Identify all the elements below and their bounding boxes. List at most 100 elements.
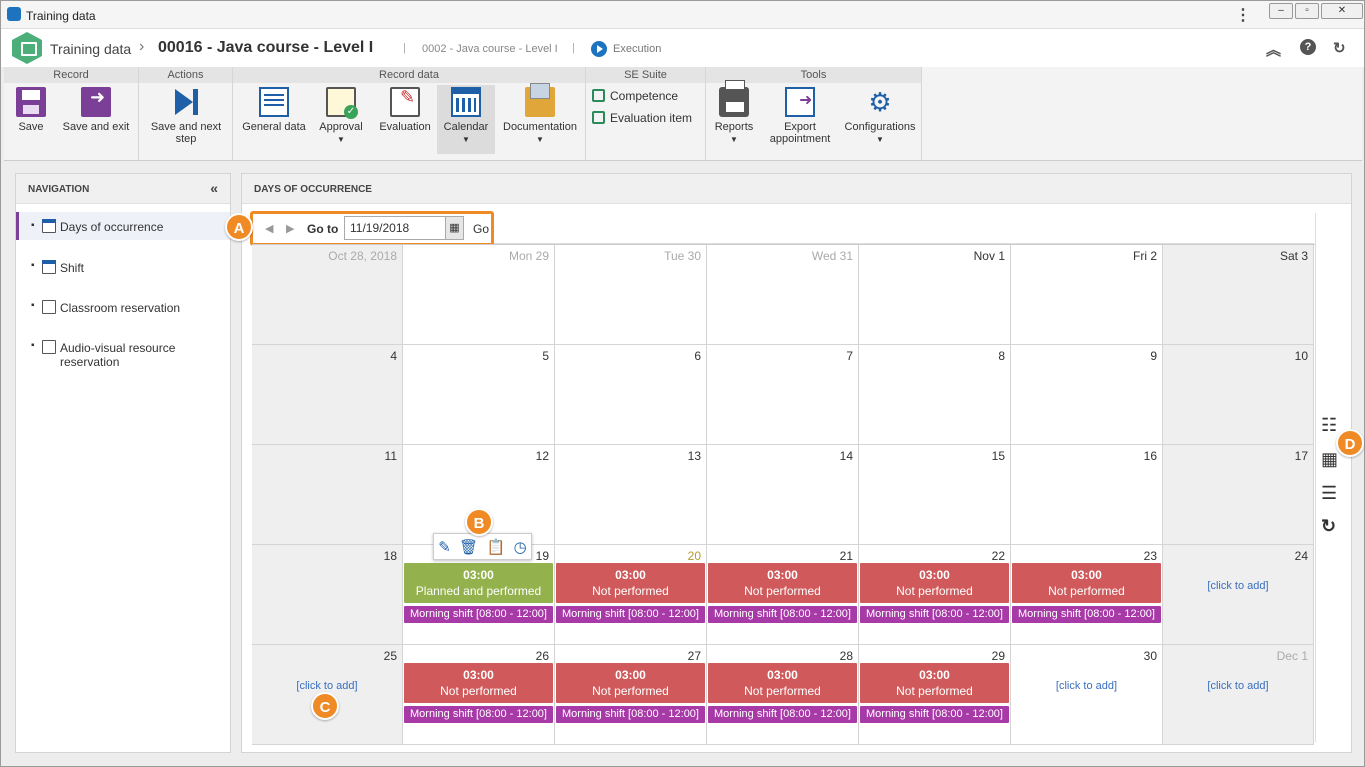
general-data-button[interactable]: General data	[241, 87, 307, 133]
occurrence-event[interactable]: 03:00 Not performed	[556, 563, 705, 603]
calendar-day-cell[interactable]: 24 [click to add]	[1163, 545, 1314, 645]
save-and-exit-button[interactable]: Save and exit	[60, 87, 132, 133]
shift-bar[interactable]: Morning shift [08:00 - 12:00]	[860, 606, 1009, 623]
day-number: 10	[1294, 349, 1308, 363]
calendar-day-cell[interactable]: Mon 29	[403, 245, 555, 345]
calendar-day-cell[interactable]: 6	[555, 345, 707, 445]
approval-button[interactable]: Approval ▼	[317, 87, 365, 146]
calendar-day-cell[interactable]: Fri 2	[1011, 245, 1163, 345]
occurrence-event[interactable]: 03:00 Not performed	[708, 663, 857, 703]
checklist-icon[interactable]: ☷	[1321, 415, 1337, 436]
shift-bar[interactable]: Morning shift [08:00 - 12:00]	[860, 706, 1009, 723]
occurrence-event[interactable]: 03:00 Planned and performed	[404, 563, 553, 603]
calendar-day-cell[interactable]: 30 [click to add]	[1011, 645, 1163, 745]
nav-item-classroom-reservation[interactable]: ▪ Classroom reservation	[16, 300, 230, 320]
calendar-day-cell[interactable]: 28 03:00 Not performed Morning shift [08:00…	[707, 645, 859, 745]
calendar-day-cell[interactable]: 8	[859, 345, 1011, 445]
calendar-day-cell[interactable]: 14	[707, 445, 859, 545]
edit-pencil-icon[interactable]: ✎	[438, 538, 451, 556]
calendar-day-cell[interactable]: Dec 1 [click to add]	[1163, 645, 1314, 745]
calendar-day-cell[interactable]: 9	[1011, 345, 1163, 445]
calendar-day-cell[interactable]: 4	[252, 345, 403, 445]
shift-bar[interactable]: Morning shift [08:00 - 12:00]	[1012, 606, 1161, 623]
nav-item-shift[interactable]: ▪ Shift	[16, 260, 230, 280]
evaluation-item-button[interactable]: Evaluation item	[592, 111, 692, 125]
calendar-day-cell[interactable]: Nov 1	[859, 245, 1011, 345]
documentation-button[interactable]: Documentation ▼	[501, 83, 579, 146]
event-status: Not performed	[744, 684, 821, 698]
calendar-day-cell[interactable]: Wed 31	[707, 245, 859, 345]
save-button[interactable]: Save	[14, 87, 48, 133]
evaluation-item-icon	[592, 111, 605, 124]
export-appointment-button[interactable]: Export appointment	[764, 87, 836, 145]
minimize-button[interactable]: ‒	[1269, 3, 1293, 19]
clock-icon[interactable]: ◷	[514, 538, 527, 556]
occurrence-event[interactable]: 03:00 Not performed	[404, 663, 553, 703]
configurations-label: Configurations	[844, 121, 916, 133]
maximize-button[interactable]: ▫	[1295, 3, 1319, 19]
calendar-day-cell[interactable]: 27 03:00 Not performed Morning shift [08:00…	[555, 645, 707, 745]
shift-bar[interactable]: Morning shift [08:00 - 12:00]	[556, 706, 705, 723]
refresh-icon[interactable]: ↻	[1333, 39, 1346, 57]
calendar-day-cell[interactable]: 20 03:00 Not performed Morning shift [08:00…	[555, 545, 707, 645]
day-number: 11	[384, 449, 397, 463]
nav-item-days-of-occurrence[interactable]: ▪ Days of occurrence	[16, 212, 230, 240]
calendar-day-cell[interactable]: 7	[707, 345, 859, 445]
calendar-day-cell[interactable]: Oct 28, 2018	[252, 245, 403, 345]
calendar-day-cell[interactable]: Sat 3	[1163, 245, 1314, 345]
calendar-day-cell[interactable]: 10	[1163, 345, 1314, 445]
refresh-icon[interactable]: ↻	[1321, 516, 1336, 537]
close-button[interactable]: ✕	[1321, 3, 1363, 19]
calendar-day-cell[interactable]: 11	[252, 445, 403, 545]
clipboard-icon[interactable]: 📋	[487, 538, 506, 556]
collapse-left-icon[interactable]: «	[210, 180, 218, 196]
collapse-up-icon[interactable]: ︽	[1266, 39, 1281, 60]
calendar-clock-icon[interactable]: ▦	[1321, 449, 1338, 470]
click-to-add-link[interactable]: [click to add]	[1163, 580, 1313, 592]
calendar-day-cell[interactable]: 29 03:00 Not performed Morning shift [08:00…	[859, 645, 1011, 745]
click-to-add-link[interactable]: [click to add]	[252, 680, 402, 692]
ribbon-group-actions: Actions Save and next step	[139, 67, 233, 161]
calendar-day-cell[interactable]: Tue 30	[555, 245, 707, 345]
calendar-day-cell[interactable]: 5	[403, 345, 555, 445]
calendar-day-cell[interactable]: 23 03:00 Not performed Morning shift [08:00…	[1011, 545, 1163, 645]
calendar-day-cell[interactable]: 17	[1163, 445, 1314, 545]
more-options-icon[interactable]: ⋮	[1235, 5, 1251, 25]
configurations-button[interactable]: ⚙ Configurations ▼	[842, 87, 918, 146]
day-number: 15	[991, 449, 1005, 463]
calendar-day-cell[interactable]: 15	[859, 445, 1011, 545]
shift-bar[interactable]: Morning shift [08:00 - 12:00]	[404, 706, 553, 723]
dropdown-caret-icon: ▼	[536, 135, 544, 144]
click-to-add-link[interactable]: [click to add]	[1011, 680, 1162, 692]
occurrence-event[interactable]: 03:00 Not performed	[708, 563, 857, 603]
calendar-day-cell[interactable]: 21 03:00 Not performed Morning shift [08:00…	[707, 545, 859, 645]
nav-item-audio-visual-reservation[interactable]: ▪ Audio-visual resource reservation	[16, 340, 230, 372]
delete-trash-icon[interactable]: 🗑	[459, 538, 478, 556]
nav-item-label: Classroom reservation	[60, 301, 181, 315]
panel-header: DAYS OF OCCURRENCE	[242, 174, 1351, 204]
calendar-day-cell[interactable]: 22 03:00 Not performed Morning shift [08:00…	[859, 545, 1011, 645]
calendar-day-cell[interactable]: 16	[1011, 445, 1163, 545]
occurrence-event[interactable]: 03:00 Not performed	[860, 563, 1009, 603]
calendar-day-cell[interactable]: 13	[555, 445, 707, 545]
module-breadcrumb[interactable]: Training data	[50, 41, 131, 57]
occurrence-event[interactable]: 03:00 Not performed	[860, 663, 1009, 703]
help-icon[interactable]: ?	[1300, 39, 1316, 55]
day-number: Sat 3	[1279, 249, 1308, 263]
calendar-button[interactable]: Calendar ▼	[437, 85, 495, 154]
shift-bar[interactable]: Morning shift [08:00 - 12:00]	[708, 706, 857, 723]
save-and-next-step-button[interactable]: Save and next step	[147, 87, 225, 145]
calendar-day-cell[interactable]: 26 03:00 Not performed Morning shift [08:00…	[403, 645, 555, 745]
reports-button[interactable]: Reports ▼	[712, 80, 756, 146]
competence-button[interactable]: Competence	[592, 89, 678, 103]
occurrence-event[interactable]: 03:00 Not performed	[1012, 563, 1161, 603]
list-icon[interactable]: ☰	[1321, 483, 1337, 504]
click-to-add-link[interactable]: [click to add]	[1163, 680, 1313, 692]
calendar-day-cell[interactable]: 19 03:00 Planned and performed Morning shif…	[403, 545, 555, 645]
evaluation-button[interactable]: Evaluation	[377, 87, 433, 133]
shift-bar[interactable]: Morning shift [08:00 - 12:00]	[708, 606, 857, 623]
shift-bar[interactable]: Morning shift [08:00 - 12:00]	[404, 606, 553, 623]
shift-bar[interactable]: Morning shift [08:00 - 12:00]	[556, 606, 705, 623]
occurrence-event[interactable]: 03:00 Not performed	[556, 663, 705, 703]
calendar-day-cell[interactable]: 18	[252, 545, 403, 645]
